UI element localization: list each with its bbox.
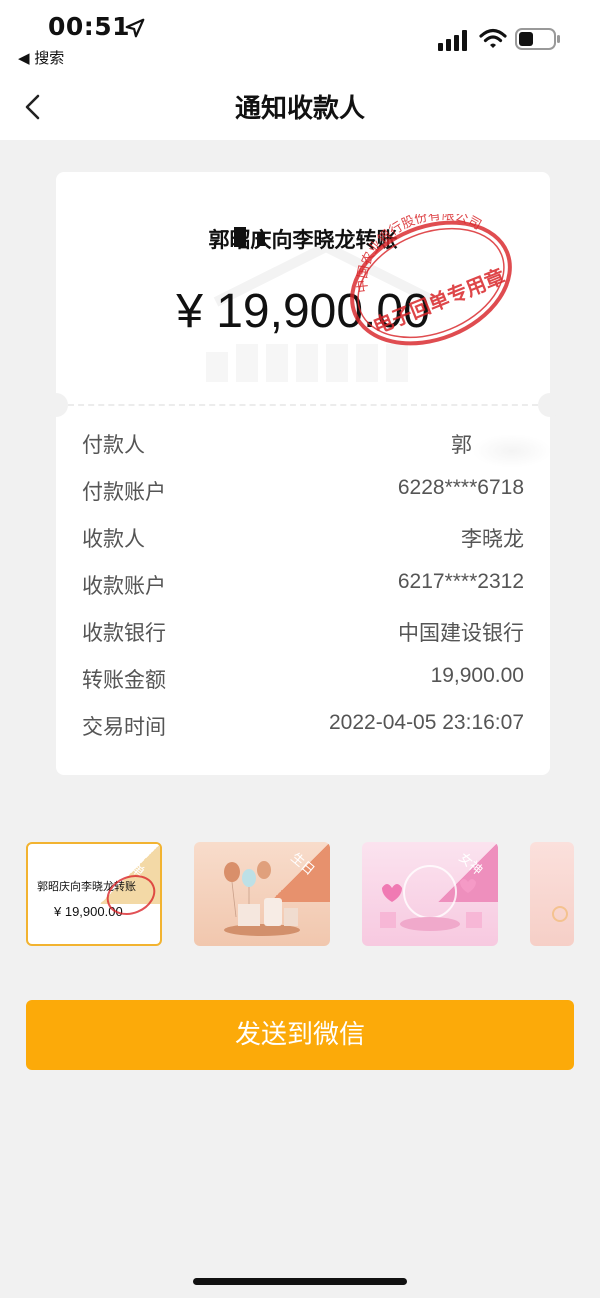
template-goddess[interactable]: 女神 [362, 842, 498, 946]
detail-value: 6228****6718 [397, 476, 524, 499]
detail-value: 李晓龙 [461, 528, 524, 551]
detail-label: 收款银行 [82, 621, 166, 645]
redaction-mark [234, 227, 246, 247]
location-arrow-icon [125, 18, 145, 38]
mini-seal-icon [106, 875, 156, 915]
home-indicator [193, 1278, 407, 1285]
ticket-notch [538, 393, 562, 417]
page-title: 通知收款人 [234, 94, 365, 124]
status-bar: 00:51 ◀ 搜索 通知收款人 [0, 0, 600, 140]
wifi-icon [479, 28, 507, 48]
template-receipt[interactable]: 回单 郭昭庆向李晓龙转账 ¥ 19,900.00 [26, 842, 162, 946]
detail-label: 付款人 [82, 433, 145, 457]
detail-value: 中国建设银行 [398, 622, 524, 645]
status-time: 00:51 [48, 12, 131, 41]
detail-value: 2022-04-05 23:16:07 [329, 711, 524, 734]
detail-label: 交易时间 [82, 715, 166, 739]
redaction-blur [472, 434, 550, 468]
template-birthday[interactable]: 生日 [194, 842, 330, 946]
cellular-signal-icon [438, 30, 467, 51]
redaction-mark [257, 232, 265, 246]
detail-label: 付款账户 [82, 480, 166, 504]
receipt-card: 郭昭庆向李晓龙转账 ¥ 19,900.00 中国农业银行股份有限公司 电子回单专… [56, 172, 550, 775]
detail-value: 19,900.00 [430, 664, 524, 687]
detail-label: 转账金额 [82, 668, 166, 692]
ticket-divider [68, 404, 538, 406]
detail-row-payer-account: 付款账户 6228****6718 [82, 476, 524, 510]
template-partial[interactable] [530, 842, 574, 946]
send-to-wechat-button[interactable]: 发送到微信 [26, 1000, 574, 1070]
detail-value: 郭 [451, 434, 472, 457]
detail-label: 收款人 [82, 527, 145, 551]
battery-icon [515, 28, 560, 50]
template-strip[interactable]: 回单 郭昭庆向李晓龙转账 ¥ 19,900.00 生日 女神 [0, 842, 600, 950]
detail-row-payee-account: 收款账户 6217****2312 [82, 570, 524, 604]
seal-text: 电子回单专用章 [369, 264, 508, 339]
flower-icon [552, 906, 568, 922]
bank-seal-stamp-icon: 中国农业银行股份有限公司 电子回单专用章 [350, 214, 512, 346]
ticket-notch [44, 393, 68, 417]
goddess-heart-gift-icon [380, 865, 482, 931]
birthday-balloons-gift-icon [224, 861, 300, 936]
back-to-app-link[interactable]: ◀ 搜索 [18, 47, 64, 68]
detail-row-amount: 转账金额 19,900.00 [82, 664, 524, 698]
detail-value: 6217****2312 [397, 570, 524, 593]
detail-label: 收款账户 [82, 574, 166, 598]
detail-row-payee: 收款人 李晓龙 [82, 523, 524, 557]
detail-row-payee-bank: 收款银行 中国建设银行 [82, 617, 524, 651]
detail-row-time: 交易时间 2022-04-05 23:16:07 [82, 711, 524, 745]
detail-row-payer: 付款人 郭 [82, 429, 524, 463]
